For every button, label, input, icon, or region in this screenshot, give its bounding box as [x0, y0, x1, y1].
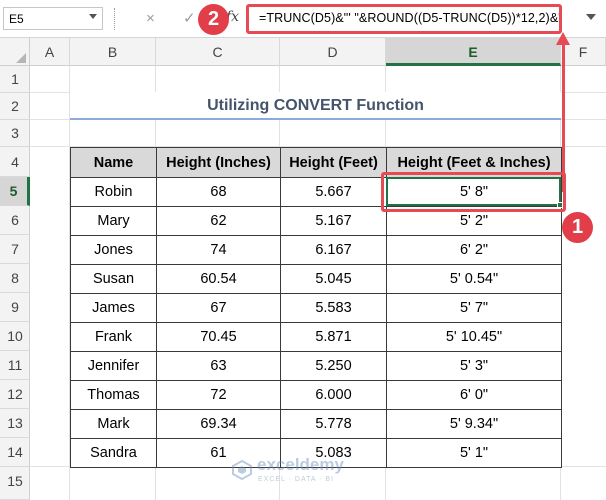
row-header-11[interactable]: 11: [0, 351, 30, 380]
cell-name[interactable]: Sandra: [70, 438, 157, 468]
cell-feet-inches[interactable]: 6' 2": [386, 235, 562, 265]
row-header-1[interactable]: 1: [0, 66, 30, 93]
row-header-14[interactable]: 14: [0, 438, 30, 467]
cell-feet-inches[interactable]: 6' 0": [386, 380, 562, 410]
name-box-dropdown-icon[interactable]: [89, 14, 97, 19]
column-header-b[interactable]: B: [70, 38, 156, 66]
cell-inches[interactable]: 63: [156, 351, 281, 381]
cell-inches[interactable]: 67: [156, 293, 281, 323]
column-header-d[interactable]: D: [280, 38, 386, 66]
column-header-a[interactable]: A: [30, 38, 70, 66]
row-headers: 1 2 3 4 5 6 7 8 9 10 11 12 13 14 15: [0, 66, 30, 500]
cell-feet[interactable]: 5.667: [280, 177, 387, 207]
row-header-8[interactable]: 8: [0, 264, 30, 293]
select-all-button[interactable]: [0, 38, 30, 66]
header-height-feet[interactable]: Height (Feet): [280, 147, 387, 178]
cell-feet-inches[interactable]: 5' 3": [386, 351, 562, 381]
step-1-badge: 1: [562, 212, 593, 243]
row-header-4[interactable]: 4: [0, 147, 30, 177]
row-header-7[interactable]: 7: [0, 235, 30, 264]
row-header-15[interactable]: 15: [0, 467, 30, 500]
cell-name[interactable]: Mary: [70, 206, 157, 236]
cell-inches[interactable]: 72: [156, 380, 281, 410]
cell-feet-inches[interactable]: 5' 1": [386, 438, 562, 468]
table-row: Jones 74 6.167 6' 2": [70, 235, 562, 265]
table-row: Mark 69.34 5.778 5' 9.34": [70, 409, 562, 439]
header-name[interactable]: Name: [70, 147, 157, 178]
expand-formula-bar-icon[interactable]: [586, 14, 596, 20]
cell-feet[interactable]: 5.871: [280, 322, 387, 352]
sheet-title: Utilizing CONVERT Function: [70, 92, 561, 120]
cell-feet[interactable]: 5.167: [280, 206, 387, 236]
header-height-inches[interactable]: Height (Inches): [156, 147, 281, 178]
table-row: Robin 68 5.667 5' 8": [70, 177, 562, 207]
column-headers: A B C D E F: [0, 38, 606, 66]
cell-feet[interactable]: 5.250: [280, 351, 387, 381]
row-header-9[interactable]: 9: [0, 293, 30, 322]
table-row: Susan 60.54 5.045 5' 0.54": [70, 264, 562, 294]
table-row: Mary 62 5.167 5' 2": [70, 206, 562, 236]
table-row: James 67 5.583 5' 7": [70, 293, 562, 323]
cell-name[interactable]: Frank: [70, 322, 157, 352]
table-row: Thomas 72 6.000 6' 0": [70, 380, 562, 410]
cell-inches[interactable]: 68: [156, 177, 281, 207]
cell-feet[interactable]: 6.000: [280, 380, 387, 410]
data-table: Name Height (Inches) Height (Feet) Heigh…: [70, 147, 562, 468]
cell-name[interactable]: Jennifer: [70, 351, 157, 381]
cell-feet-inches[interactable]: 5' 7": [386, 293, 562, 323]
cell-name[interactable]: Susan: [70, 264, 157, 294]
cell-inches[interactable]: 62: [156, 206, 281, 236]
table-row: Jennifer 63 5.250 5' 3": [70, 351, 562, 381]
cell-inches[interactable]: 60.54: [156, 264, 281, 294]
watermark-name: exceldemy: [257, 455, 344, 474]
cell-feet-inches[interactable]: 5' 9.34": [386, 409, 562, 439]
enter-icon[interactable]: ✓: [183, 9, 196, 29]
cell-feet[interactable]: 5.778: [280, 409, 387, 439]
cell-inches[interactable]: 70.45: [156, 322, 281, 352]
row-header-5[interactable]: 5: [0, 177, 30, 206]
cell-feet-inches[interactable]: 5' 10.45": [386, 322, 562, 352]
name-box-value: E5: [9, 12, 24, 26]
cell-feet[interactable]: 6.167: [280, 235, 387, 265]
name-box[interactable]: E5: [3, 7, 103, 30]
cell-feet-inches[interactable]: 5' 0.54": [386, 264, 562, 294]
exceldemy-logo-icon: [232, 460, 252, 480]
annotation-arrow: [562, 44, 565, 192]
row-header-2[interactable]: 2: [0, 93, 30, 120]
formula-bar: E5 × ✓ fx =TRUNC(D5)&"' "&ROUND((D5-TRUN…: [0, 0, 606, 38]
row-header-12[interactable]: 12: [0, 380, 30, 409]
column-header-c[interactable]: C: [156, 38, 280, 66]
cell-name[interactable]: Mark: [70, 409, 157, 439]
cell-name[interactable]: James: [70, 293, 157, 323]
arrow-head-icon: [556, 32, 570, 45]
cell-feet-inches[interactable]: 5' 2": [386, 206, 562, 236]
select-all-icon: [16, 53, 26, 63]
header-height-feet-inches[interactable]: Height (Feet & Inches): [386, 147, 562, 178]
formula-bar-divider: [114, 8, 116, 30]
cancel-icon[interactable]: ×: [146, 9, 155, 29]
row-header-13[interactable]: 13: [0, 409, 30, 438]
table-header-row: Name Height (Inches) Height (Feet) Heigh…: [70, 147, 562, 178]
step-2-badge: 2: [198, 4, 229, 35]
cell-feet[interactable]: 5.583: [280, 293, 387, 323]
watermark-tagline: EXCEL · DATA · BI: [258, 476, 334, 483]
cell-name[interactable]: Jones: [70, 235, 157, 265]
cell-name[interactable]: Thomas: [70, 380, 157, 410]
exceldemy-watermark: exceldemy EXCEL · DATA · BI: [232, 454, 382, 490]
column-header-e[interactable]: E: [386, 38, 561, 66]
cell-inches[interactable]: 74: [156, 235, 281, 265]
table-row: Frank 70.45 5.871 5' 10.45": [70, 322, 562, 352]
cell-name[interactable]: Robin: [70, 177, 157, 207]
row-header-10[interactable]: 10: [0, 322, 30, 351]
row-header-3[interactable]: 3: [0, 120, 30, 147]
cell-feet-inches[interactable]: 5' 8": [386, 177, 562, 207]
row-header-6[interactable]: 6: [0, 206, 30, 235]
cell-inches[interactable]: 69.34: [156, 409, 281, 439]
formula-input[interactable]: =TRUNC(D5)&"' "&ROUND((D5-TRUNC(D5))*12,…: [246, 4, 562, 34]
cell-feet[interactable]: 5.045: [280, 264, 387, 294]
